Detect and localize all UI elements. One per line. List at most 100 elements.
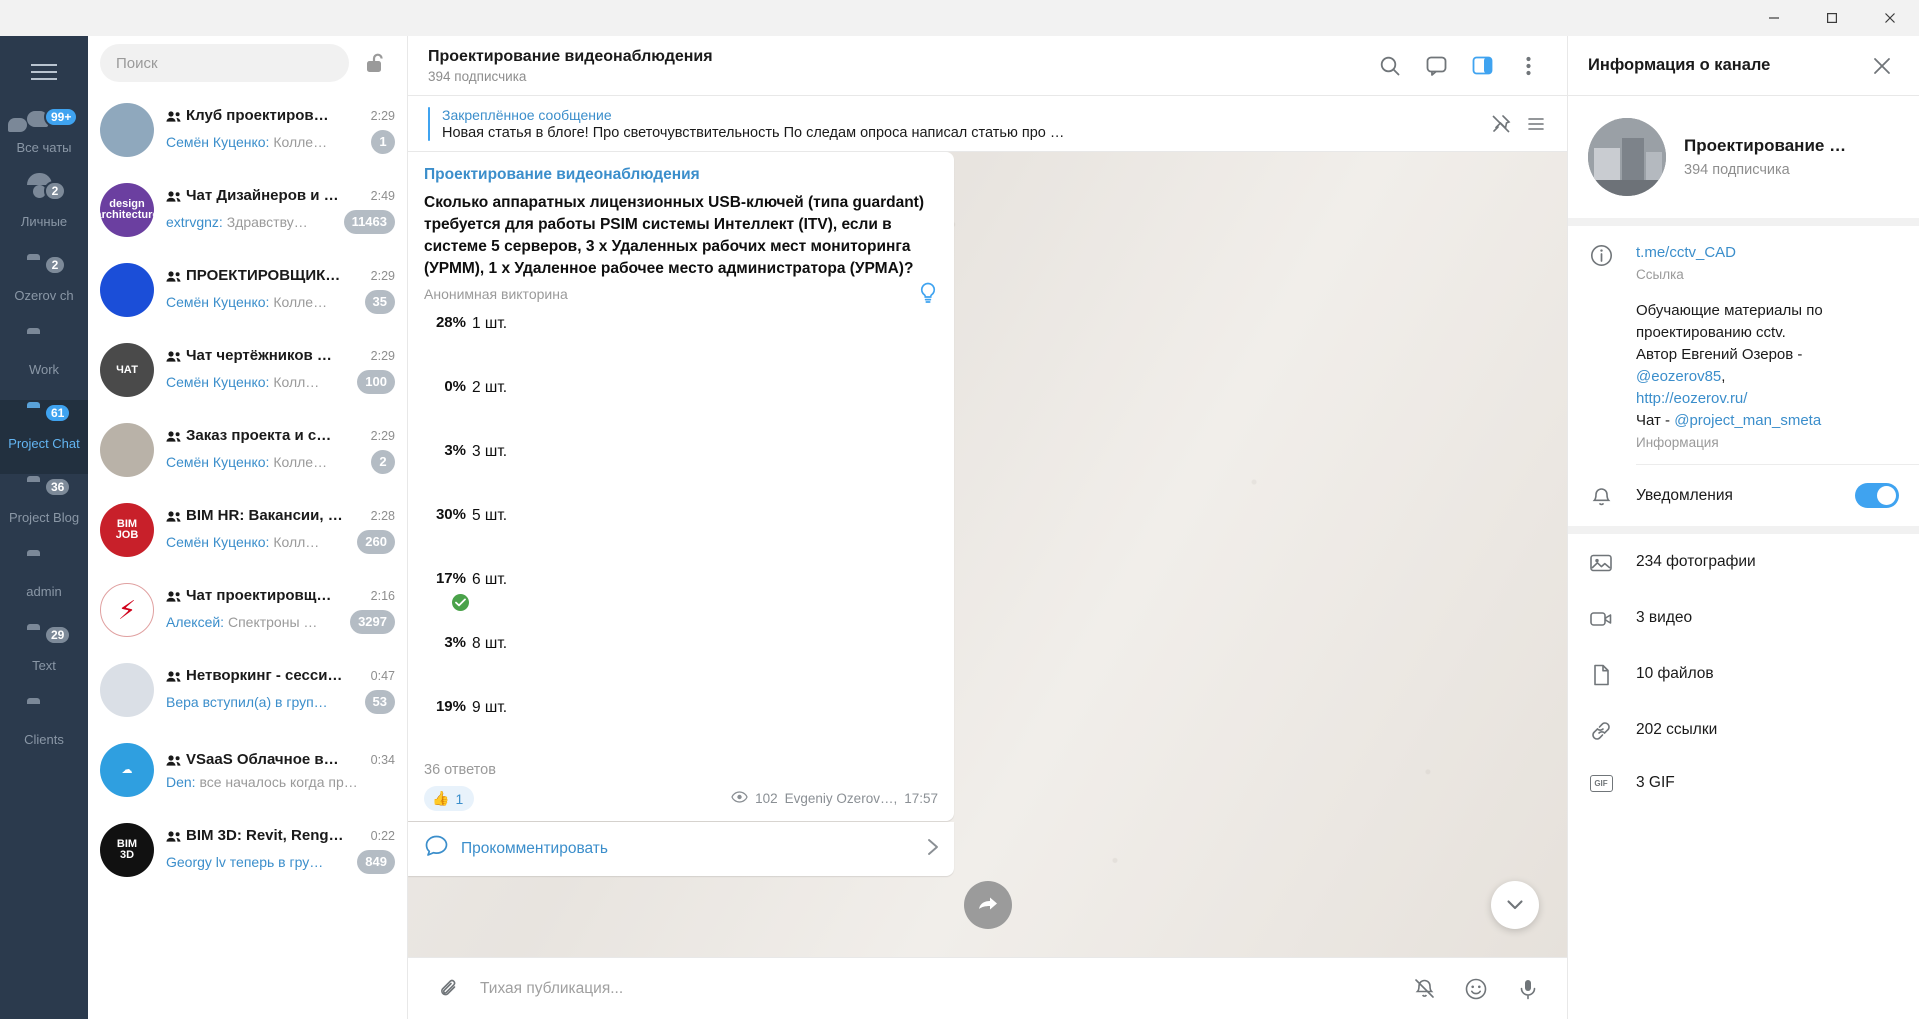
notifications-row[interactable]: Уведомления bbox=[1568, 465, 1919, 526]
unread-badge: 1 bbox=[371, 129, 395, 154]
chat-item-top: Чат проектировщ… 2:16 bbox=[166, 587, 395, 604]
chat-time: 2:49 bbox=[370, 188, 395, 203]
avatar[interactable] bbox=[100, 423, 154, 477]
microphone-icon[interactable] bbox=[1507, 968, 1549, 1010]
scroll-to-bottom-button[interactable] bbox=[1491, 881, 1539, 929]
chat-list-item[interactable]: ЧАТ Чат чертёжников … 2:29 Семён Куценко: К… bbox=[88, 330, 407, 410]
maximize-button[interactable] bbox=[1803, 0, 1861, 36]
chat-preview: Вера вступил(а) в груп… bbox=[166, 694, 359, 710]
comment-button[interactable]: Прокомментировать bbox=[408, 822, 954, 876]
description-mention[interactable]: @eozerov85 bbox=[1636, 368, 1721, 385]
media-row-file[interactable]: 10 файлов bbox=[1568, 646, 1919, 702]
folder-icon: 36 bbox=[27, 477, 72, 507]
channel-profile[interactable]: Проектирование … 394 подписчика bbox=[1568, 96, 1919, 226]
avatar[interactable] bbox=[100, 663, 154, 717]
chat-item-top: Чат чертёжников … 2:29 bbox=[166, 347, 395, 364]
chat-item-top: Чат Дизайнеров и … 2:49 bbox=[166, 187, 395, 204]
chat-time: 0:22 bbox=[370, 828, 395, 843]
chat-list-item[interactable]: ⚡ Чат проектировщ… 2:16 Алексей: Спектроны … bbox=[88, 570, 407, 650]
channel-link-row[interactable]: t.me/cctv_CAD Ссылка bbox=[1568, 226, 1919, 296]
chat-list-item[interactable]: Клуб проектиров… 2:29 Семён Куценко: Колле… bbox=[88, 90, 407, 170]
messages-area[interactable]: Проектирование видеонаблюдения Сколько а… bbox=[408, 152, 1567, 957]
chat-item-bottom: Den: все началось когда пр… bbox=[166, 774, 395, 790]
search-icon[interactable] bbox=[1369, 45, 1411, 87]
media-row-gif[interactable]: GIF 3 GIF bbox=[1568, 758, 1919, 807]
folder-item-text[interactable]: 29 Text bbox=[0, 622, 88, 696]
description-chat-link[interactable]: @project_man_smeta bbox=[1674, 412, 1821, 429]
message-input[interactable]: Тихая публикация... bbox=[480, 980, 1393, 998]
chat-list-item[interactable]: Нетворкинг - сесси… 0:47 Вера вступил(а) в… bbox=[88, 650, 407, 730]
info-circle-icon bbox=[1588, 242, 1614, 282]
pinned-message-bar[interactable]: Закреплённое сообщение Новая статья в бл… bbox=[408, 96, 1567, 152]
chat-list-panel: Поиск Клуб проектиров… 2:29 Семён Куценко:… bbox=[88, 0, 408, 1019]
avatar[interactable]: ⚡ bbox=[100, 583, 154, 637]
close-button[interactable] bbox=[1861, 0, 1919, 36]
folder-item-clients[interactable]: Clients bbox=[0, 696, 88, 770]
folder-item-work[interactable]: Work bbox=[0, 326, 88, 400]
poll-bar-track bbox=[472, 664, 938, 669]
chat-preview: Семён Куценко: Колл… bbox=[166, 374, 351, 390]
description-caption: Информация bbox=[1636, 435, 1719, 450]
poll-option-label: 9 шт. bbox=[472, 699, 508, 716]
media-row-video[interactable]: 3 видео bbox=[1568, 590, 1919, 646]
lightbulb-icon[interactable] bbox=[918, 280, 938, 309]
poll-option[interactable]: 30% 5 шт. bbox=[424, 506, 938, 552]
folder-item-все-чаты[interactable]: 99+ Все чаты bbox=[0, 104, 88, 178]
folder-item-admin[interactable]: admin bbox=[0, 548, 88, 622]
chat-list-item[interactable]: BIM 3D BIM 3D: Revit, Reng… 0:22 Georgy lv т… bbox=[88, 810, 407, 890]
preview-sender: Семён Куценко: bbox=[166, 133, 270, 150]
minimize-button[interactable] bbox=[1745, 0, 1803, 36]
media-row-link[interactable]: 202 ссылки bbox=[1568, 702, 1919, 758]
avatar[interactable]: BIM JOB bbox=[100, 503, 154, 557]
pinned-preview: Новая статья в блоге! Про светочувствите… bbox=[442, 124, 1065, 141]
avatar[interactable] bbox=[1588, 118, 1666, 196]
channel-link[interactable]: t.me/cctv_CAD bbox=[1636, 242, 1899, 264]
avatar[interactable]: ЧАТ bbox=[100, 343, 154, 397]
folder-item-project-chat[interactable]: 61 Project Chat bbox=[0, 400, 88, 474]
notifications-toggle[interactable] bbox=[1855, 483, 1899, 508]
folder-item-project-blog[interactable]: 36 Project Blog bbox=[0, 474, 88, 548]
more-vertical-icon[interactable] bbox=[1507, 45, 1549, 87]
chat-list-item[interactable]: designarchitecture Чат Дизайнеров и … 2:49… bbox=[88, 170, 407, 250]
comments-icon[interactable] bbox=[1415, 45, 1457, 87]
unpin-icon[interactable] bbox=[1485, 108, 1517, 140]
chat-list-item[interactable]: Заказ проекта и с… 2:29 Семён Куценко: Кол… bbox=[88, 410, 407, 490]
share-message-button[interactable] bbox=[964, 881, 1012, 929]
poll-option[interactable]: 3% 8 шт. bbox=[424, 634, 938, 680]
description-url[interactable]: http://eozerov.ru/ bbox=[1636, 390, 1747, 407]
chat-list-item[interactable]: ☁ VSaaS Облачное в… 0:34 Den: все началось … bbox=[88, 730, 407, 810]
chat-list-item[interactable]: BIM JOB BIM HR: Вакансии, … 2:28 Семён Куцен… bbox=[88, 490, 407, 570]
close-icon[interactable] bbox=[1861, 45, 1903, 87]
poll-option[interactable]: 17% 6 шт. bbox=[424, 570, 938, 616]
info-panel-icon[interactable] bbox=[1461, 45, 1503, 87]
hamburger-menu-icon[interactable] bbox=[22, 52, 66, 92]
chat-header-titles[interactable]: Проектирование видеонаблюдения 394 подпи… bbox=[428, 48, 1365, 84]
comment-bubble-icon bbox=[424, 834, 449, 864]
message-meta: 102 Evgeniy Ozerov…, 17:57 bbox=[731, 791, 938, 806]
chat-name-text: BIM HR: Вакансии, … bbox=[186, 506, 343, 524]
poll-option[interactable]: 28% 1 шт. bbox=[424, 314, 938, 360]
bell-off-icon[interactable] bbox=[1403, 968, 1445, 1010]
telegram-window: 99+ Все чаты 2 Личные 2 Ozerov ch Work 61 Projec… bbox=[0, 0, 1919, 1019]
media-row-photo[interactable]: 234 фотографии bbox=[1568, 534, 1919, 590]
avatar[interactable]: ☁ bbox=[100, 743, 154, 797]
unread-badge: 11463 bbox=[343, 209, 395, 234]
avatar[interactable] bbox=[100, 263, 154, 317]
search-input[interactable]: Поиск bbox=[100, 44, 349, 82]
pin-list-icon[interactable] bbox=[1523, 108, 1549, 140]
paperclip-icon[interactable] bbox=[428, 968, 470, 1010]
notifications-label: Уведомления bbox=[1636, 486, 1733, 504]
chat-list-item[interactable]: ПРОЕКТИРОВЩИК… 2:29 Семён Куценко: Колле… 3… bbox=[88, 250, 407, 330]
poll-option[interactable]: 3% 3 шт. bbox=[424, 442, 938, 488]
folder-item-личные[interactable]: 2 Личные bbox=[0, 173, 88, 252]
profile-subscribers: 394 подписчика bbox=[1684, 162, 1790, 178]
smile-icon[interactable] bbox=[1455, 968, 1497, 1010]
folder-item-ozerov-ch[interactable]: 2 Ozerov ch bbox=[0, 252, 88, 326]
avatar[interactable] bbox=[100, 103, 154, 157]
unlock-icon[interactable] bbox=[355, 43, 395, 83]
avatar[interactable]: BIM 3D bbox=[100, 823, 154, 877]
reaction-thumbs-up[interactable]: 👍 1 bbox=[424, 786, 475, 811]
poll-option[interactable]: 0% 2 шт. bbox=[424, 378, 938, 424]
poll-option[interactable]: 19% 9 шт. bbox=[424, 698, 938, 744]
avatar[interactable]: designarchitecture bbox=[100, 183, 154, 237]
